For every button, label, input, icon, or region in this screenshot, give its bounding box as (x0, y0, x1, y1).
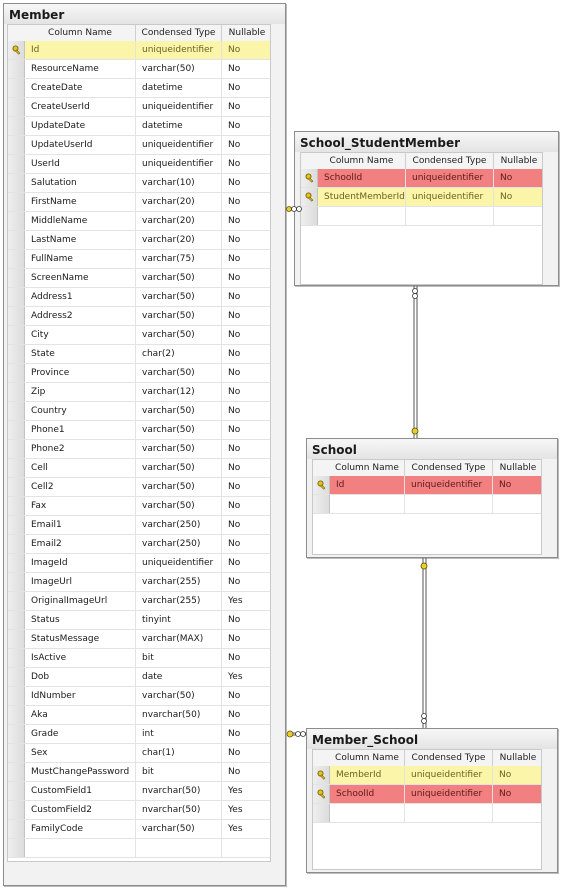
many-end-icon (295, 731, 301, 737)
relationship-endpoint-icons (286, 206, 428, 738)
key-end-icon (420, 562, 428, 570)
relationship-lines (286, 206, 428, 738)
many-end-icon (421, 713, 427, 719)
key-end-icon (286, 206, 292, 212)
many-end-icon (291, 206, 297, 212)
key-end-icon (286, 730, 294, 738)
key-end-icon (411, 427, 419, 435)
many-end-icon (412, 288, 418, 294)
